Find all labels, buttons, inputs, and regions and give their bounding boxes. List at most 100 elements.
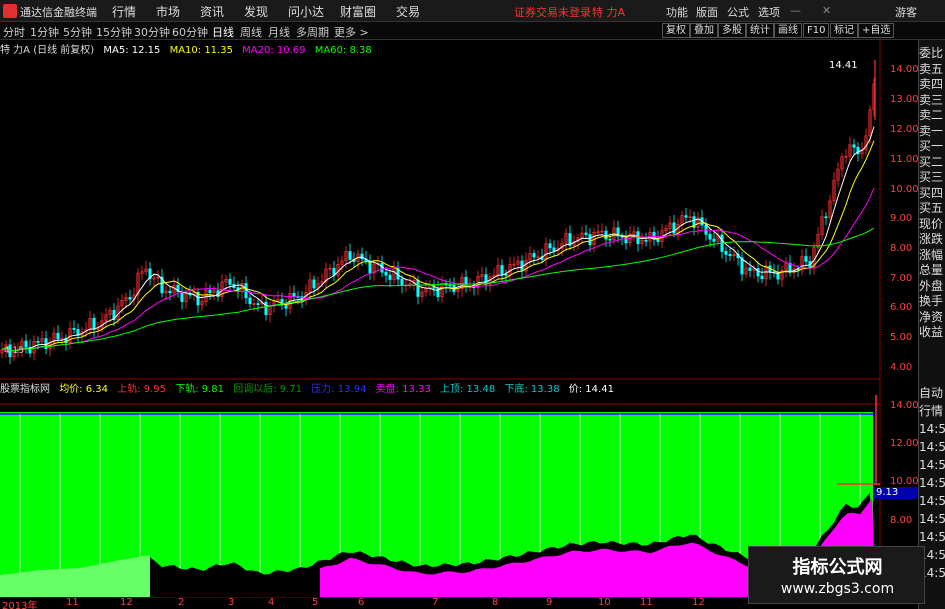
quote-field-label: 换手: [919, 294, 944, 308]
auto-quote-label: 14:5: [919, 440, 945, 454]
quote-field-label: 涨幅: [919, 247, 944, 262]
low-price-tag: 4.15: [4, 346, 25, 356]
candle-body: [312, 279, 316, 289]
candle-body: [348, 251, 352, 260]
quote-field-label: 外盘: [919, 278, 944, 293]
x-axis-tick-label: 6: [358, 597, 365, 608]
candle-body: [280, 299, 284, 304]
x-axis-tick-label: 12: [120, 597, 133, 608]
top-label: 上顶: 13.48: [440, 384, 496, 395]
axis-label: 14.00: [890, 64, 919, 75]
quote-field-label: 买五: [919, 201, 944, 215]
quote-field-label: 买四: [919, 185, 944, 200]
quote-field-label: 卖三: [919, 92, 944, 107]
auto-quote-label: 14:5: [919, 494, 945, 508]
candle-body: [548, 243, 552, 249]
last-price-tag: 14.41: [829, 60, 858, 71]
candle-body: [584, 232, 588, 235]
candle-body: [748, 267, 752, 271]
x-axis-tick-label: 2: [178, 597, 185, 608]
candle-body: [500, 265, 504, 275]
quote-field-label: 买三: [919, 170, 944, 184]
candle-body: [368, 260, 372, 274]
candle-body: [708, 233, 712, 240]
axis-label: 11.00: [890, 154, 919, 165]
candle-body: [208, 289, 212, 293]
watermark-url: www.zbgs3.com: [780, 581, 895, 597]
x-axis-tick-label: 11: [66, 597, 79, 608]
axis-label: 10.00: [890, 184, 919, 195]
quote-field-label: 涨跌: [919, 232, 944, 246]
axis-label: 6.00: [890, 302, 913, 313]
candle-body: [724, 251, 728, 255]
sub-axis-label: 10.00: [890, 476, 919, 487]
axis-label: 12.00: [890, 124, 919, 135]
x-axis-tick-label: 10: [598, 597, 611, 608]
candle-body: [684, 215, 688, 218]
quote-field-label: 委比: [919, 46, 944, 60]
bottom-label: 下底: 13.38: [504, 384, 560, 395]
candle-body: [256, 303, 260, 305]
x-axis-tick-label: 11: [640, 597, 653, 608]
quote-field-label: 卖一: [919, 123, 944, 138]
auto-quote-label: 14:5: [919, 476, 945, 490]
sub-axis-label: 12.00: [890, 438, 919, 449]
sub-axis-label: 14.00: [890, 400, 919, 411]
sell-label: 卖盘: 13.33: [375, 384, 431, 395]
axis-label: 8.00: [890, 243, 913, 254]
x-axis-tick-label: 2013年: [2, 601, 38, 609]
quote-field-label: 现价: [919, 216, 944, 231]
x-axis-tick-label: 9: [546, 597, 553, 608]
candle-body: [532, 253, 536, 258]
candle-body: [416, 279, 420, 297]
candle-body: [360, 253, 364, 260]
candle-body: [228, 278, 232, 285]
watermark-logo: 指标公式网 www.zbgs3.com: [748, 546, 925, 604]
candle-body: [824, 216, 828, 219]
candle-body: [852, 144, 856, 148]
candle-body: [644, 240, 648, 242]
candle-body: [384, 271, 388, 276]
candle-body: [552, 247, 556, 252]
candle-body: [128, 297, 132, 300]
mid-label: 回调以后: 9.71: [233, 384, 303, 395]
quote-field-label: 买二: [919, 154, 944, 169]
candle-body: [168, 290, 172, 294]
quote-field-label: 收益: [919, 325, 944, 339]
axis-label: 9.00: [890, 213, 913, 224]
candle-body: [24, 340, 28, 348]
auto-quote-label: 行情: [919, 404, 944, 418]
candle-body: [292, 292, 296, 297]
axis-label: 4.00: [890, 362, 913, 373]
pressure-label: 压力: 13.94: [311, 384, 367, 395]
quote-field-label: 卖五: [919, 61, 944, 76]
quote-field-label: 卖二: [919, 108, 944, 122]
candle-body: [388, 274, 392, 280]
price-label: 价: 14.41: [568, 384, 614, 395]
upper-band-label: 上轨: 9.95: [117, 384, 167, 395]
candle-body: [804, 256, 808, 262]
axis-label: 5.00: [890, 332, 913, 343]
candle-body: [56, 332, 60, 340]
x-axis-tick-label: 8: [492, 597, 499, 608]
candle-body: [624, 236, 628, 244]
candle-body: [728, 254, 732, 257]
auto-quote-label: 14:5: [919, 458, 945, 472]
x-axis-tick-label: 7: [432, 597, 439, 608]
ma5-line: [1, 126, 875, 352]
axis-label: 7.00: [890, 273, 913, 284]
quote-field-label: 净资: [919, 309, 944, 324]
sub-indicator-info: 股票指标网 均价: 6.34 上轨: 9.95 下轨: 9.81 回调以后: 9…: [0, 380, 880, 395]
candle-body: [264, 301, 268, 316]
candle-body: [760, 275, 764, 280]
quote-field-label: 总量: [919, 263, 944, 277]
kline-chart[interactable]: [0, 0, 945, 609]
auto-quote-label: 14:5: [919, 422, 945, 436]
candle-body: [448, 284, 452, 287]
candle-body: [244, 283, 248, 299]
candle-body: [588, 234, 592, 245]
auto-quote-label: 自动: [919, 386, 944, 400]
lower-band-label: 下轨: 9.81: [175, 384, 225, 395]
candle-body: [180, 291, 184, 302]
x-axis-tick-label: 12: [692, 597, 705, 608]
